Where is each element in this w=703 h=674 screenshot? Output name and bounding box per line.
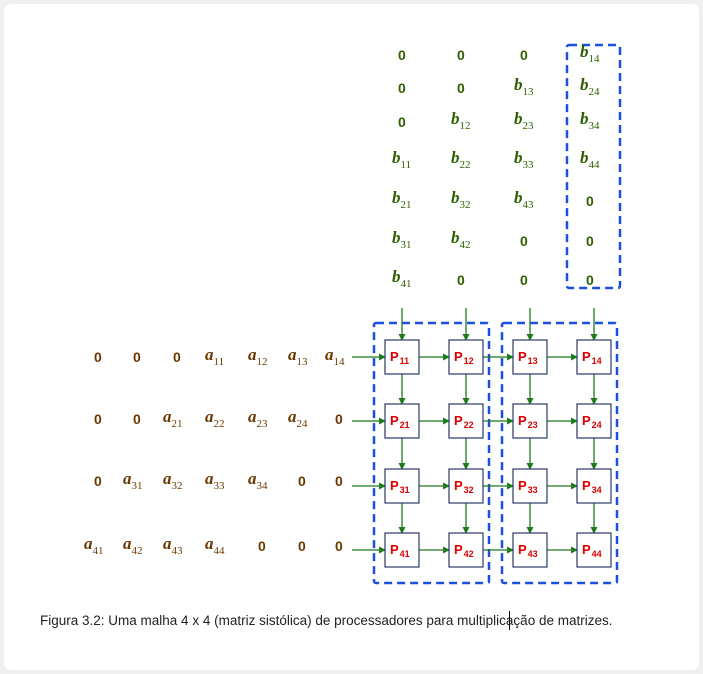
processor-box: P41 — [384, 532, 420, 568]
b-entry-zero: 0 — [586, 193, 594, 209]
a-entry: a23 — [248, 407, 268, 430]
a-entry: a41 — [84, 534, 104, 557]
b-entry: b21 — [392, 188, 412, 211]
a-entry-zero: 0 — [94, 411, 102, 427]
processor-box: P32 — [448, 468, 484, 504]
a-entry-zero: 0 — [298, 538, 306, 554]
b-entry: b31 — [392, 228, 412, 251]
a-entry: a43 — [163, 534, 183, 557]
processor-box: P11 — [384, 339, 420, 375]
b-entry: b44 — [580, 148, 600, 171]
a-entry-zero: 0 — [335, 411, 343, 427]
a-entry: a33 — [205, 469, 225, 492]
a-entry-zero: 0 — [94, 349, 102, 365]
b-entry-zero: 0 — [398, 80, 406, 96]
a-entry: a14 — [325, 345, 345, 368]
text-cursor — [509, 611, 510, 630]
b-entry: b13 — [514, 75, 534, 98]
processor-box: P21 — [384, 403, 420, 439]
b-entry: b41 — [392, 267, 412, 290]
systolic-array-diagram: P11 P12 P13 P14 P21 P22 P23 P24 P31 P32 P33 P34 P41 P… — [84, 42, 622, 585]
a-entry-zero: 0 — [335, 473, 343, 489]
b-entry: b42 — [451, 228, 471, 251]
a-entry: a34 — [248, 469, 268, 492]
processor-box: P12 — [448, 339, 484, 375]
b-entry-zero: 0 — [457, 47, 465, 63]
b-entry: b43 — [514, 188, 534, 211]
b-entry-zero: 0 — [520, 233, 528, 249]
b-entry: b22 — [451, 148, 471, 171]
a-entry-zero: 0 — [173, 349, 181, 365]
processor-box: P22 — [448, 403, 484, 439]
b-entry: b23 — [514, 109, 534, 132]
b-entry-zero: 0 — [586, 233, 594, 249]
a-entry: a31 — [123, 469, 143, 492]
a-entry: a12 — [248, 345, 268, 368]
b-entry: b11 — [392, 148, 411, 171]
b-entry: b33 — [514, 148, 534, 171]
a-entry: a32 — [163, 469, 183, 492]
b-entry: b24 — [580, 75, 600, 98]
a-entry-zero: 0 — [298, 473, 306, 489]
b-entry: b12 — [451, 109, 471, 132]
b-entry: b32 — [451, 188, 471, 211]
processor-box: P43 — [512, 532, 548, 568]
processor-box: P23 — [512, 403, 548, 439]
a-entry-zero: 0 — [133, 349, 141, 365]
b-entry-zero: 0 — [520, 47, 528, 63]
a-entry: a13 — [288, 345, 308, 368]
processor-box: P24 — [576, 403, 612, 439]
a-entry: a24 — [288, 407, 308, 430]
a-entry-zero: 0 — [335, 538, 343, 554]
a-entry-zero: 0 — [133, 411, 141, 427]
b-entry-zero: 0 — [520, 272, 528, 288]
b-entry: b34 — [580, 109, 600, 132]
a-entry: a11 — [205, 345, 224, 368]
processor-box: P14 — [576, 339, 612, 375]
a-entry: a21 — [163, 407, 183, 430]
figure-caption: Figura 3.2: Uma malha 4 x 4 (matriz sist… — [40, 613, 613, 628]
b-entry-zero: 0 — [398, 47, 406, 63]
a-entry: a44 — [205, 534, 225, 557]
a-entry-zero: 0 — [94, 473, 102, 489]
processor-box: P34 — [576, 468, 612, 504]
processor-box: P33 — [512, 468, 548, 504]
processor-box: P13 — [512, 339, 548, 375]
b-entry-zero: 0 — [457, 80, 465, 96]
a-entry: a42 — [123, 534, 143, 557]
b-entry-zero: 0 — [457, 272, 465, 288]
processor-box: P31 — [384, 468, 420, 504]
processor-box: P42 — [448, 532, 484, 568]
a-entry: a22 — [205, 407, 225, 430]
b-entry-zero: 0 — [398, 114, 406, 130]
b-entry-zero: 0 — [586, 272, 594, 288]
processor-box: P44 — [576, 532, 612, 568]
a-entry-zero: 0 — [258, 538, 266, 554]
